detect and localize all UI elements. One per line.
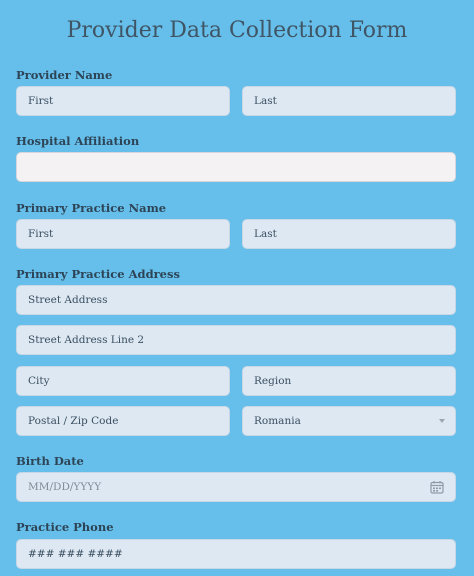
practice-address-label: Primary Practice Address [16,267,180,281]
city-input[interactable]: City [16,366,230,396]
provider-first-name-input[interactable]: First [16,86,230,116]
practice-first-name-input[interactable]: First [16,219,230,249]
birth-date-placeholder: MM/DD/YYYY [28,481,102,493]
provider-last-name-sublabel: Last [254,95,277,107]
practice-first-name-sublabel: First [28,228,54,240]
birth-date-label: Birth Date [16,454,84,468]
street-address-line2-placeholder: Street Address Line 2 [28,334,145,346]
street-address-line2-input[interactable]: Street Address Line 2 [16,325,456,355]
practice-last-name-sublabel: Last [254,228,277,240]
practice-phone-input[interactable]: ### ### #### [16,539,456,569]
country-select[interactable]: Romania [242,406,456,436]
provider-first-name-sublabel: First [28,95,54,107]
practice-name-label: Primary Practice Name [16,201,167,215]
postal-code-input[interactable]: Postal / Zip Code [16,406,230,436]
postal-code-placeholder: Postal / Zip Code [28,415,119,427]
practice-phone-placeholder: ### ### #### [28,548,123,560]
hospital-affiliation-label: Hospital Affiliation [16,134,140,148]
provider-last-name-input[interactable]: Last [242,86,456,116]
practice-phone-label: Practice Phone [16,520,114,534]
provider-form: Provider Data Collection Form Provider N… [0,0,474,576]
street-address-input[interactable]: Street Address [16,285,456,315]
form-title: Provider Data Collection Form [66,18,408,43]
practice-last-name-input[interactable]: Last [242,219,456,249]
region-input[interactable]: Region [242,366,456,396]
region-placeholder: Region [254,375,292,387]
city-placeholder: City [28,375,50,387]
street-address-placeholder: Street Address [28,294,108,306]
calendar-icon[interactable] [430,480,444,494]
chevron-down-icon [439,419,445,423]
hospital-affiliation-input[interactable] [16,152,456,182]
birth-date-input[interactable]: MM/DD/YYYY [16,472,456,502]
provider-name-label: Provider Name [16,68,113,82]
country-selected-value: Romania [254,415,301,427]
